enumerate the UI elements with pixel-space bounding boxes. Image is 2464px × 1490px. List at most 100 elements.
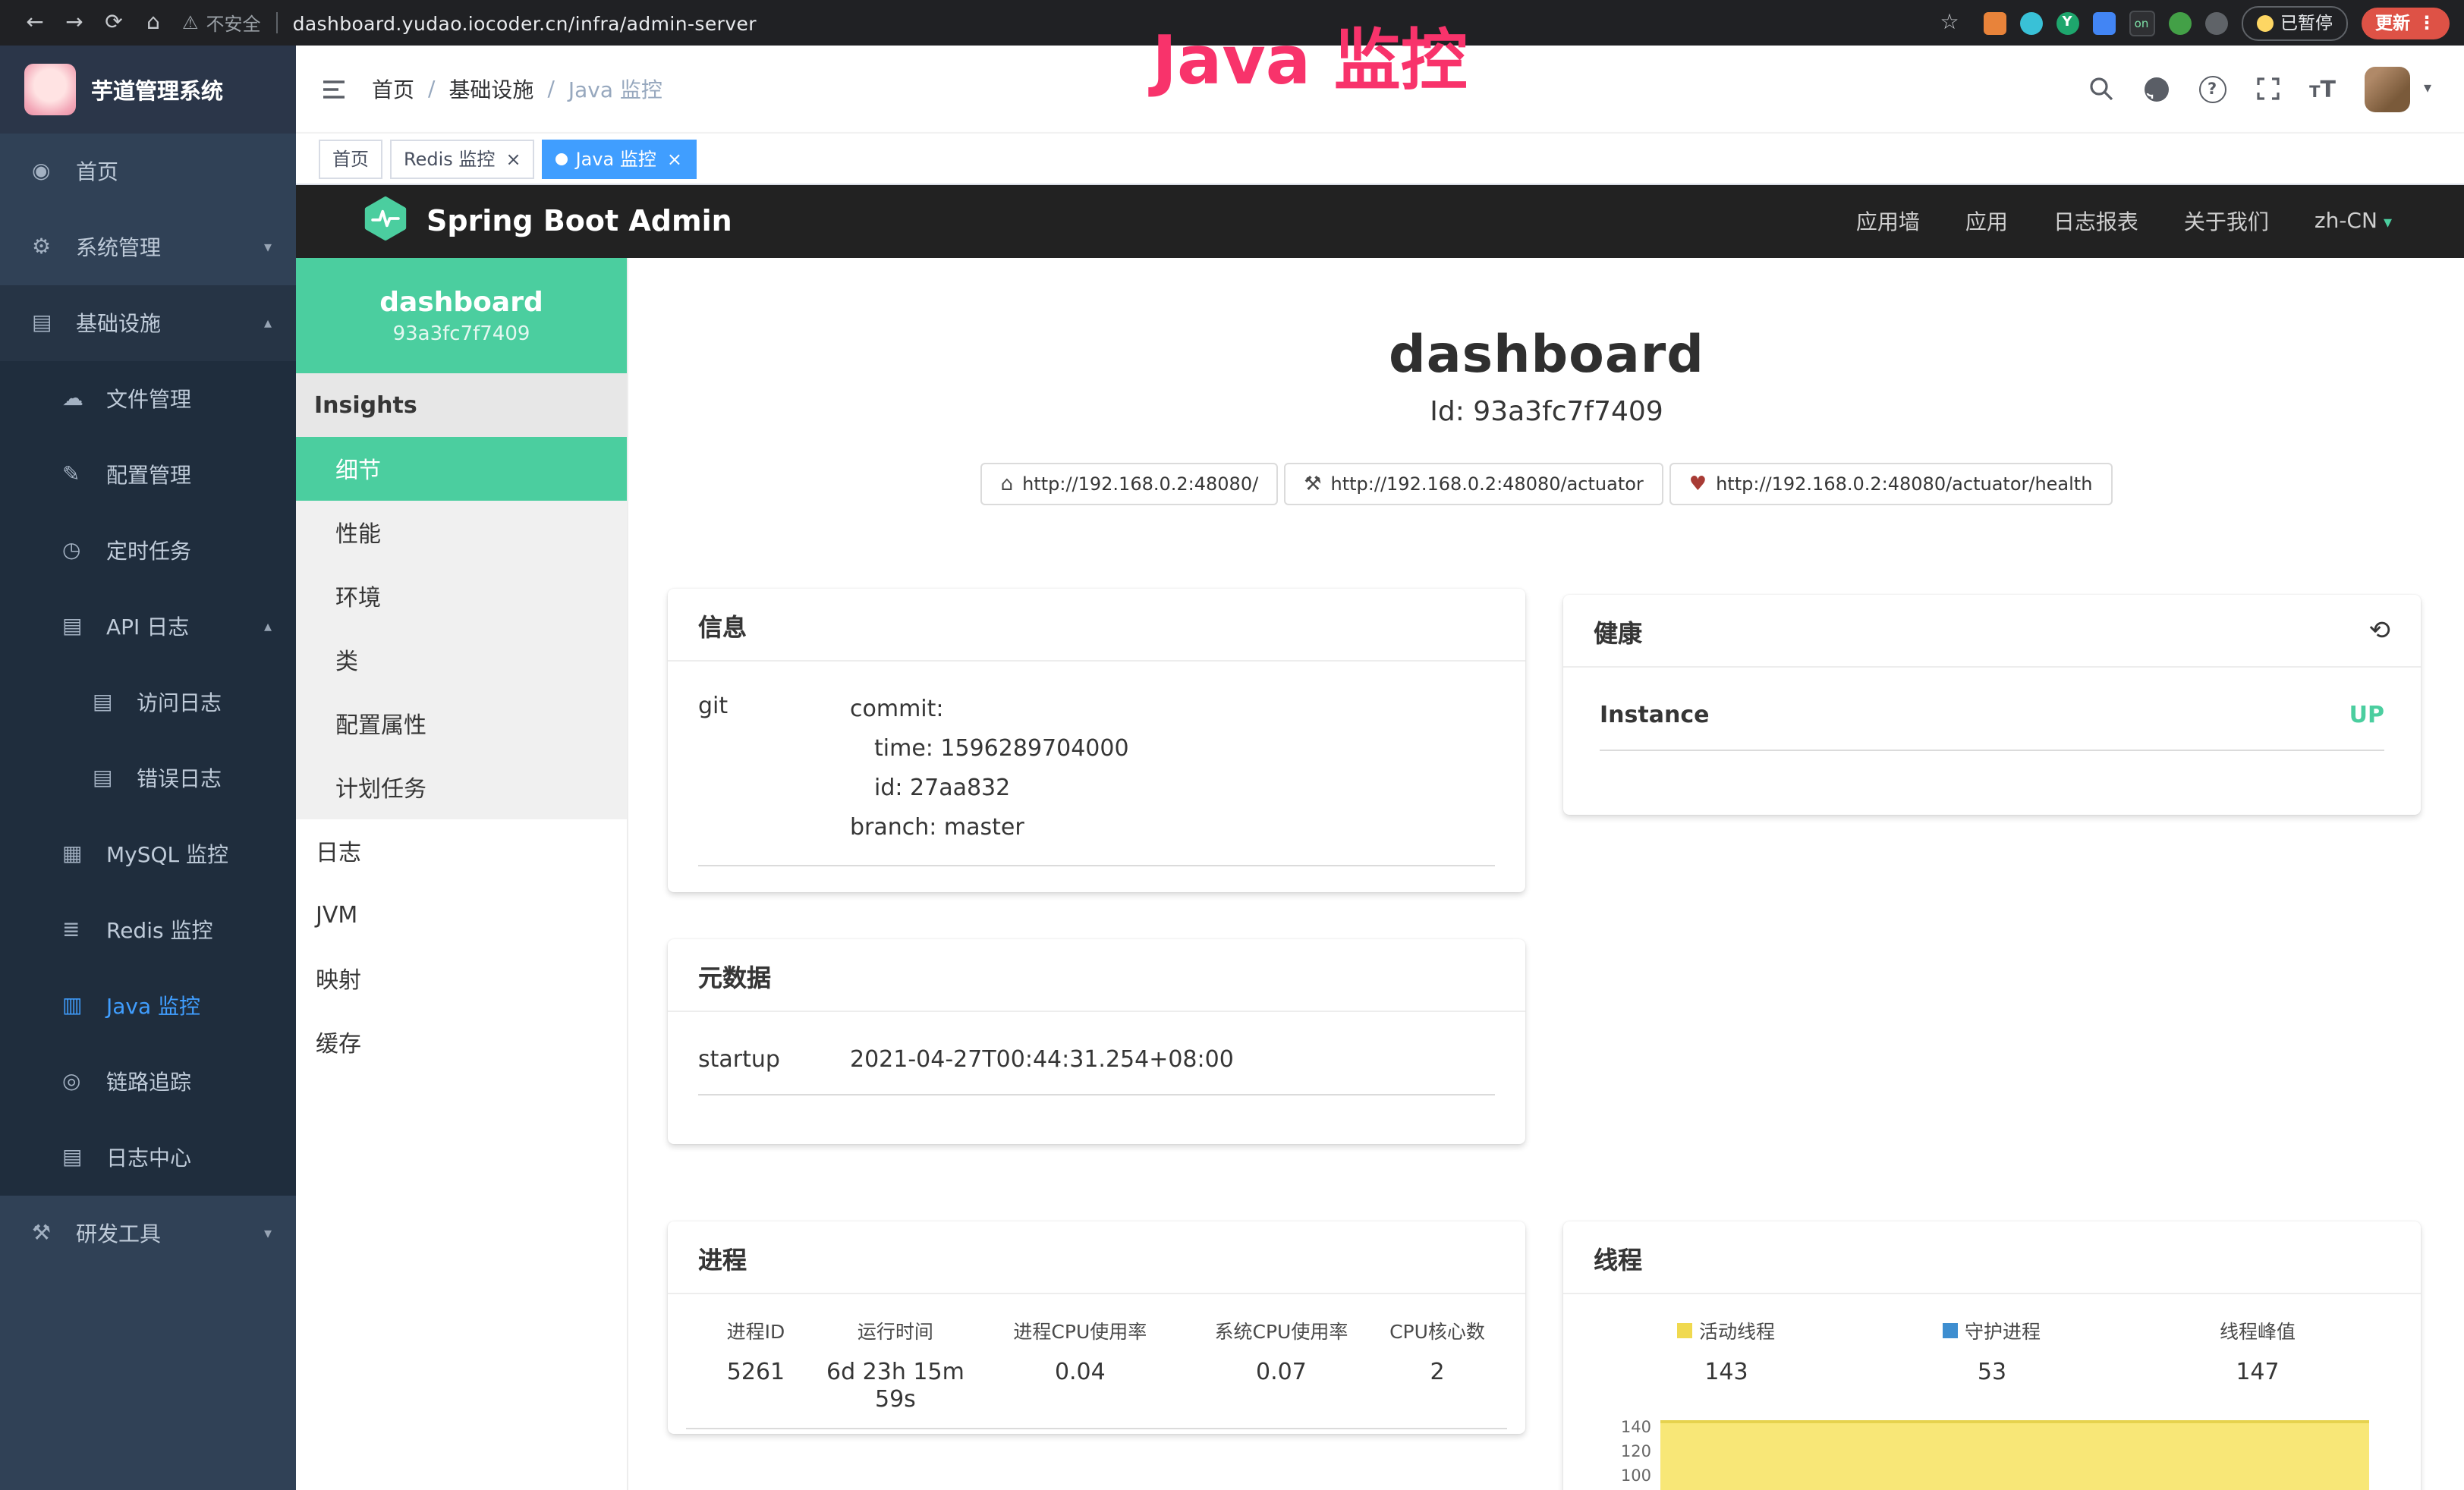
sba-nav-about[interactable]: 关于我们 bbox=[2184, 206, 2269, 237]
sidebar-item-infrastructure[interactable]: ▤ 基础设施 ▴ bbox=[0, 285, 296, 361]
extension-icon-blue-grid[interactable] bbox=[2092, 11, 2115, 34]
sidebar-item-dev-tools[interactable]: ⚒ 研发工具 ▾ bbox=[0, 1196, 296, 1272]
app-logo-row[interactable]: 芋道管理系统 bbox=[0, 46, 296, 134]
locale-select[interactable]: zh-CN ▾ bbox=[2315, 209, 2392, 234]
breadcrumb-infrastructure[interactable]: 基础设施 bbox=[448, 74, 533, 104]
instance-header[interactable]: dashboard 93a3fc7f7409 bbox=[296, 258, 627, 373]
close-icon[interactable]: × bbox=[505, 148, 521, 169]
sidebar-item-redis-monitor[interactable]: ≣ Redis 监控 bbox=[0, 892, 296, 968]
sba-item-details[interactable]: 细节 bbox=[296, 437, 627, 501]
browser-update-button[interactable]: 更新 ⋮ bbox=[2362, 7, 2450, 39]
instance-actuator-link[interactable]: ⚒ http://192.168.0.2:48080/actuator bbox=[1284, 463, 1663, 505]
sidebar-item-api-logs[interactable]: ▤ API 日志 ▴ bbox=[0, 589, 296, 665]
extensions-puzzle-icon[interactable] bbox=[2204, 11, 2227, 34]
extension-icon-teal[interactable] bbox=[2019, 11, 2042, 34]
dashboard-icon: ◉ bbox=[32, 159, 65, 184]
paused-badge[interactable]: 已暂停 bbox=[2241, 5, 2348, 40]
link-url: http://192.168.0.2:48080/ bbox=[1022, 473, 1258, 495]
sidebar-item-system-management[interactable]: ⚙ 系统管理 ▾ bbox=[0, 209, 296, 285]
legend-value: 147 bbox=[2125, 1358, 2390, 1385]
sidebar-item-label: 研发工具 bbox=[76, 1218, 161, 1249]
metadata-value: 2021-04-27T00:44:31.254+08:00 bbox=[850, 1045, 1234, 1073]
tab-redis-monitor[interactable]: Redis 监控 × bbox=[390, 139, 535, 178]
sidebar-item-access-logs[interactable]: ▤ 访问日志 bbox=[0, 665, 296, 740]
process-card: 进程 进程ID 5261 运行时间 6d 23h 15m 59s bbox=[668, 1221, 1525, 1434]
instance-id: 93a3fc7f7409 bbox=[393, 322, 530, 345]
sba-item-scheduled-tasks[interactable]: 计划任务 bbox=[296, 756, 627, 819]
breadcrumb-current: Java 监控 bbox=[568, 74, 662, 104]
extension-icon-green[interactable] bbox=[2168, 11, 2191, 34]
metadata-card: 元数据 startup 2021-04-27T00:44:31.254+08:0… bbox=[668, 939, 1525, 1144]
process-col-label: 进程ID bbox=[686, 1316, 826, 1344]
fullscreen-icon[interactable] bbox=[2255, 76, 2280, 102]
sba-item-environment[interactable]: 环境 bbox=[296, 564, 627, 628]
clock-icon: ◷ bbox=[62, 539, 96, 563]
search-icon[interactable] bbox=[2088, 76, 2113, 102]
infrastructure-icon: ▤ bbox=[32, 311, 65, 335]
process-col-value: 0.04 bbox=[965, 1358, 1195, 1385]
bookmark-star-icon[interactable]: ☆ bbox=[1930, 11, 1969, 35]
sba-item-mappings[interactable]: 映射 bbox=[296, 947, 627, 1011]
extension-icon-on-badge[interactable]: on bbox=[2129, 10, 2154, 36]
close-icon[interactable]: × bbox=[667, 148, 682, 169]
sidebar-item-java-monitor[interactable]: ▥ Java 监控 bbox=[0, 968, 296, 1044]
sba-nav-journal[interactable]: 日志报表 bbox=[2053, 206, 2138, 237]
sba-item-classes[interactable]: 类 bbox=[296, 628, 627, 692]
sidebar-item-file-management[interactable]: ☁ 文件管理 bbox=[0, 361, 296, 437]
sidebar-item-trace[interactable]: ◎ 链路追踪 bbox=[0, 1044, 296, 1120]
tab-home[interactable]: 首页 bbox=[319, 139, 382, 178]
sba-item-logs[interactable]: 日志 bbox=[296, 819, 627, 883]
forward-icon[interactable]: → bbox=[55, 11, 94, 35]
sba-item-performance[interactable]: 性能 bbox=[296, 501, 627, 564]
sidebar-item-label: 基础设施 bbox=[76, 308, 161, 338]
sba-nav-wallboard[interactable]: 应用墙 bbox=[1856, 206, 1920, 237]
breadcrumb: 首页 / 基础设施 / Java 监控 bbox=[372, 74, 662, 104]
metadata-key: startup bbox=[698, 1045, 850, 1073]
question-icon[interactable]: ? bbox=[2198, 75, 2226, 102]
sidebar-item-label: 系统管理 bbox=[76, 232, 161, 262]
info-key: git bbox=[698, 689, 850, 847]
hamburger-icon[interactable] bbox=[320, 75, 348, 102]
info-value: commit: time: 1596289704000 id: 27aa832 … bbox=[850, 689, 1129, 847]
browser-menu-icon[interactable]: ⋮ bbox=[2418, 12, 2436, 33]
avatar[interactable] bbox=[2365, 66, 2410, 112]
sidebar-item-home[interactable]: ◉ 首页 bbox=[0, 134, 296, 209]
eye-icon: ◎ bbox=[62, 1070, 96, 1094]
update-label: 更新 bbox=[2375, 11, 2410, 35]
legend-value: 53 bbox=[1859, 1358, 2125, 1385]
cards-area: 信息 git commit: time: 1596289704000 id: 2… bbox=[628, 589, 2464, 1490]
sidebar-item-mysql-monitor[interactable]: ▦ MySQL 监控 bbox=[0, 816, 296, 892]
security-warning[interactable]: ⚠ 不安全 bbox=[182, 10, 261, 36]
tab-java-monitor[interactable]: Java 监控 × bbox=[543, 139, 696, 178]
sidebar-item-label: Redis 监控 bbox=[106, 915, 212, 945]
back-icon[interactable]: ← bbox=[15, 11, 55, 35]
reload-icon[interactable]: ⟳ bbox=[94, 11, 134, 35]
sba-item-caches[interactable]: 缓存 bbox=[296, 1011, 627, 1074]
sidebar-item-log-center[interactable]: ▤ 日志中心 bbox=[0, 1120, 296, 1196]
instance-home-link[interactable]: ⌂ http://192.168.0.2:48080/ bbox=[981, 463, 1279, 505]
sba-item-config-props[interactable]: 配置属性 bbox=[296, 692, 627, 756]
instance-health-link[interactable]: ♥ http://192.168.0.2:48080/actuator/heal… bbox=[1669, 463, 2113, 505]
sidebar-item-error-logs[interactable]: ▤ 错误日志 bbox=[0, 740, 296, 816]
extension-icon-green-y[interactable]: Y bbox=[2056, 11, 2079, 34]
instance-name: dashboard bbox=[379, 286, 543, 318]
extension-icon-orange[interactable] bbox=[1983, 11, 2006, 34]
sba-item-jvm[interactable]: JVM bbox=[296, 883, 627, 947]
process-col-label: 进程CPU使用率 bbox=[965, 1316, 1195, 1344]
sidebar-item-label: 文件管理 bbox=[106, 384, 191, 414]
breadcrumb-home[interactable]: 首页 bbox=[372, 74, 414, 104]
font-size-small-t: T bbox=[2309, 83, 2320, 101]
font-size-icon[interactable]: TT bbox=[2309, 75, 2336, 102]
caret-down-icon[interactable]: ▾ bbox=[2424, 80, 2431, 97]
refresh-history-icon[interactable]: ⟲ bbox=[2369, 615, 2391, 646]
health-row-instance: Instance UP bbox=[1600, 701, 2384, 751]
home-icon[interactable]: ⌂ bbox=[134, 11, 173, 35]
sba-nav-applications[interactable]: 应用 bbox=[1965, 206, 2008, 237]
github-icon[interactable] bbox=[2142, 75, 2170, 102]
address-bar-url[interactable]: dashboard.yudao.iocoder.cn/infra/admin-s… bbox=[293, 11, 757, 34]
sba-brand[interactable]: Spring Boot Admin bbox=[296, 195, 732, 248]
info-line: id: 27aa832 bbox=[850, 768, 1129, 807]
legend-daemon-threads: 守护进程 53 bbox=[1859, 1316, 2125, 1385]
sidebar-item-scheduled-tasks[interactable]: ◷ 定时任务 bbox=[0, 513, 296, 589]
sidebar-item-config-management[interactable]: ✎ 配置管理 bbox=[0, 437, 296, 513]
